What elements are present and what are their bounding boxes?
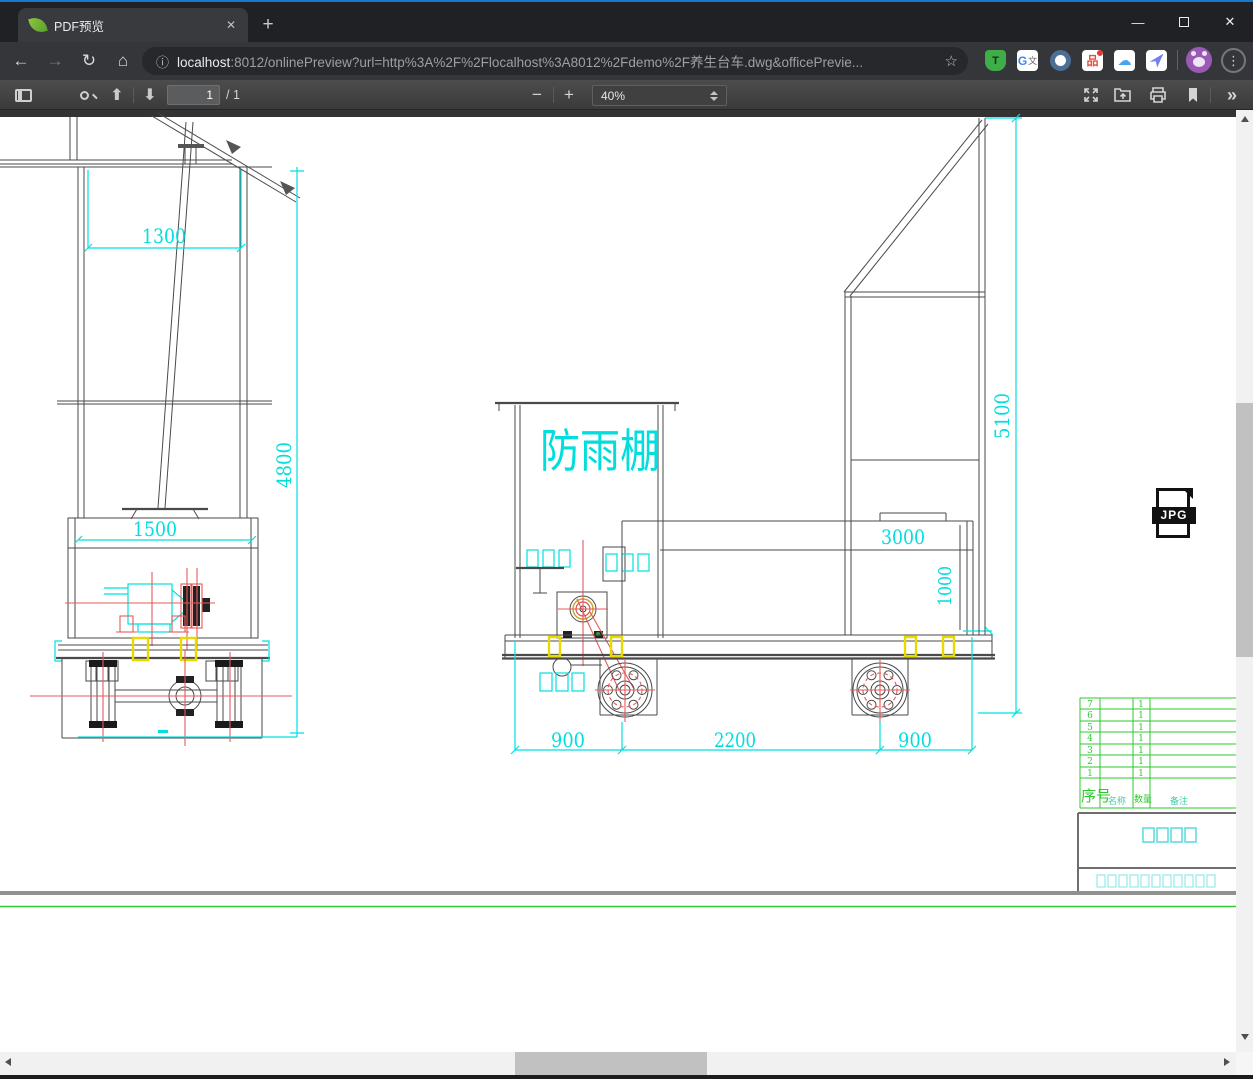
dim-1000: 1000 (935, 566, 956, 606)
print-icon[interactable] (1144, 80, 1172, 110)
toolbar-divider (553, 87, 554, 103)
svg-text:1: 1 (1138, 769, 1144, 779)
svg-text:1: 1 (1087, 769, 1093, 779)
scroll-left-icon[interactable] (5, 1058, 11, 1066)
svg-text:1: 1 (1138, 757, 1144, 767)
svg-text:6: 6 (1087, 711, 1093, 721)
tb-row-no: 7 (1087, 700, 1093, 710)
zoom-select[interactable]: 40% (592, 85, 727, 106)
circle-extension-icon[interactable] (1050, 50, 1071, 71)
sidebar-toggle-icon[interactable] (8, 80, 38, 110)
window-bottom-edge (0, 1075, 1253, 1079)
url-path: :8012/onlinePreview?url=http%3A%2F%2Floc… (230, 55, 864, 70)
jpg-file-icon: JPG (1152, 488, 1196, 538)
scroll-down-icon[interactable] (1241, 1034, 1249, 1040)
scroll-up-icon[interactable] (1241, 116, 1249, 122)
bird-glyph (1149, 53, 1164, 68)
zoom-value: 40% (601, 88, 626, 103)
dim-1300: 1300 (142, 224, 186, 248)
tb-header-name: 名称 (1108, 795, 1126, 807)
jpg-label: JPG (1152, 507, 1196, 524)
pdf-toolbar: ⬆ ⬇ / 1 − + 40% » (0, 80, 1253, 110)
tofu-text-row-1 (1142, 827, 1197, 843)
dim-2200: 2200 (714, 728, 756, 752)
svg-text:3: 3 (1087, 746, 1093, 756)
svg-text:1: 1 (1138, 723, 1144, 733)
extensions-divider (1177, 50, 1178, 70)
select-arrows-icon (710, 90, 718, 101)
url-host: localhost (177, 55, 231, 70)
bookmark-star-icon[interactable]: ☆ (945, 52, 958, 70)
reload-icon[interactable]: ↻ (76, 48, 102, 74)
new-tab-button[interactable]: + (256, 14, 280, 38)
maximize-icon (1179, 17, 1189, 27)
scrollbar-corner (1236, 1052, 1253, 1075)
close-button[interactable]: ✕ (1207, 4, 1253, 40)
forward-icon[interactable]: → (42, 48, 68, 74)
titlebar: PDF预览 ✕ + — ✕ (0, 2, 1253, 42)
svg-text:4: 4 (1087, 734, 1093, 744)
site-info-icon[interactable]: ⓘ (156, 52, 169, 71)
folded-corner (1182, 488, 1193, 499)
cad-front-view: 1300 4800 1500 (0, 112, 304, 746)
bookmark-icon[interactable] (1180, 80, 1206, 110)
svg-text:1: 1 (1138, 734, 1144, 744)
tab-title: PDF预览 (54, 19, 105, 34)
tofu-text-row-2 (1096, 874, 1216, 888)
open-file-icon[interactable] (1110, 80, 1136, 110)
url-text[interactable]: localhost:8012/onlinePreview?url=http%3A… (177, 51, 939, 71)
cad-side-view: 防雨棚 3000 1000 5100 900 2200 900 (495, 113, 1022, 755)
svg-text:5: 5 (1087, 723, 1093, 733)
notification-badge (1096, 50, 1103, 57)
profile-avatar[interactable] (1186, 47, 1212, 73)
pdf-page-canvas: 1300 4800 1500 防雨棚 3000 1000 5100 900 22… (0, 110, 1236, 1052)
zoom-in-icon[interactable]: + (556, 80, 582, 110)
scroll-right-icon[interactable] (1224, 1058, 1230, 1066)
page-up-icon[interactable]: ⬆ (104, 80, 130, 110)
bird-extension-icon[interactable] (1146, 50, 1167, 71)
svg-text:2: 2 (1087, 757, 1093, 767)
svg-text:1: 1 (1138, 711, 1144, 721)
cad-drawing: 1300 4800 1500 防雨棚 3000 1000 5100 900 22… (0, 110, 1236, 908)
page-number-input[interactable] (167, 85, 220, 105)
home-icon[interactable]: ⌂ (110, 48, 136, 74)
tb-header-qty: 数量 (1134, 793, 1152, 805)
spring-leaf-favicon (28, 15, 48, 35)
presentation-mode-icon[interactable] (1078, 80, 1104, 110)
tb-row-qty: 1 (1138, 700, 1144, 710)
dim-3000: 3000 (881, 525, 925, 549)
canopy-label: 防雨棚 (540, 424, 660, 478)
tab-close-icon[interactable]: ✕ (222, 16, 240, 34)
browser-tab[interactable]: PDF预览 ✕ (18, 8, 248, 42)
minimize-button[interactable]: — (1115, 4, 1161, 40)
svg-text:1: 1 (1138, 746, 1144, 756)
cloud-extension-icon[interactable]: ☁ (1114, 50, 1135, 71)
browser-menu-icon[interactable]: ⋮ (1221, 48, 1246, 73)
page-count-label: / 1 (226, 88, 240, 102)
page-down-icon[interactable]: ⬇ (137, 80, 163, 110)
tampermonkey-extension-icon[interactable]: T (985, 50, 1006, 71)
dim-4800: 4800 (272, 442, 296, 488)
translate-extension-icon[interactable]: G文 (1017, 50, 1038, 71)
dim-1500: 1500 (133, 517, 177, 541)
tb-header-remark: 备注 (1170, 795, 1188, 807)
toolbar-divider (1210, 87, 1211, 103)
toolbar-divider (133, 87, 134, 103)
browser-window: PDF预览 ✕ + — ✕ ← → ↻ ⌂ ⓘ localhost:8012/o… (0, 0, 1253, 1079)
horizontal-scrollbar-thumb[interactable] (515, 1052, 707, 1075)
network-extension-icon[interactable]: 品 (1082, 50, 1103, 71)
dim-5100: 5100 (990, 393, 1014, 439)
zoom-out-icon[interactable]: − (524, 80, 550, 110)
more-tools-icon[interactable]: » (1218, 80, 1246, 110)
back-icon[interactable]: ← (8, 48, 34, 74)
dim-900-right: 900 (898, 728, 932, 752)
drawing-top-border (0, 110, 1236, 117)
vertical-scrollbar-thumb[interactable] (1236, 403, 1253, 657)
dim-900-left: 900 (551, 728, 585, 752)
maximize-button[interactable] (1161, 4, 1207, 40)
tb-header-no: 序号 (1081, 787, 1111, 805)
search-icon[interactable] (72, 80, 102, 110)
address-bar[interactable]: ⓘ localhost:8012/onlinePreview?url=http%… (142, 47, 968, 75)
